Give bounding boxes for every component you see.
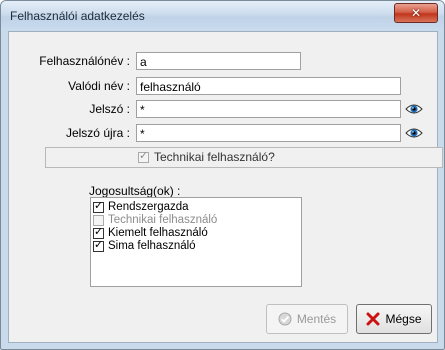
eye-icon (404, 128, 423, 138)
red-x-icon (366, 312, 380, 326)
window-title: Felhasználói adatkezelés (10, 9, 145, 23)
checkmark-icon: ✓ (94, 238, 104, 251)
permission-label: Sima felhasználó (108, 240, 196, 252)
realname-label: Valódi név : (68, 79, 130, 93)
permission-label: Kiemelt felhasználó (108, 227, 208, 239)
cancel-button[interactable]: Mégse (356, 304, 432, 334)
checkmark-icon: ✓ (94, 199, 104, 212)
permission-label: Rendszergazda (108, 201, 189, 213)
realname-field[interactable]: felhasználó (136, 77, 401, 95)
checkmark-icon: ✓ (139, 149, 149, 162)
password-repeat-label: Jelszó újra : (65, 126, 130, 140)
dialog-window: Felhasználói adatkezelés ✕ Felhasználóné… (0, 0, 445, 350)
password-field[interactable]: * (136, 100, 401, 118)
eye-icon (404, 104, 423, 114)
cancel-button-label: Mégse (385, 312, 422, 326)
password-repeat-field[interactable]: * (136, 124, 401, 142)
technical-user-checkbox[interactable]: ✓ (138, 149, 149, 163)
check-circle-icon (278, 312, 292, 326)
technical-user-label: Technikai felhasználó? (154, 150, 275, 164)
close-button[interactable]: ✕ (394, 3, 438, 23)
permission-label: Technikai felhasználó (108, 214, 218, 226)
checkmark-icon: ✓ (94, 225, 104, 238)
close-icon: ✕ (410, 6, 422, 20)
save-button-label: Mentés (296, 312, 337, 326)
password-label: Jelszó : (89, 102, 130, 116)
show-password-repeat-button[interactable] (402, 123, 425, 143)
title-bar[interactable]: Felhasználói adatkezelés ✕ (1, 1, 444, 30)
show-password-button[interactable] (402, 99, 425, 119)
permission-checkbox[interactable]: ✓ (93, 238, 104, 252)
technical-user-panel: ✓ Technikai felhasználó? (45, 147, 443, 168)
permission-checkbox[interactable]: ✓ (93, 199, 104, 213)
username-label: Felhasználónév : (39, 54, 130, 68)
dialog-body: Felhasználónév : a Valódi név : felhaszn… (8, 31, 443, 343)
permissions-label: Jogosultság(ok) : (89, 184, 181, 198)
username-field[interactable]: a (136, 52, 301, 70)
save-button[interactable]: Mentés (266, 304, 348, 334)
permissions-list[interactable]: ✓ Rendszergazda Technikai felhasználó ✓ … (90, 197, 302, 287)
